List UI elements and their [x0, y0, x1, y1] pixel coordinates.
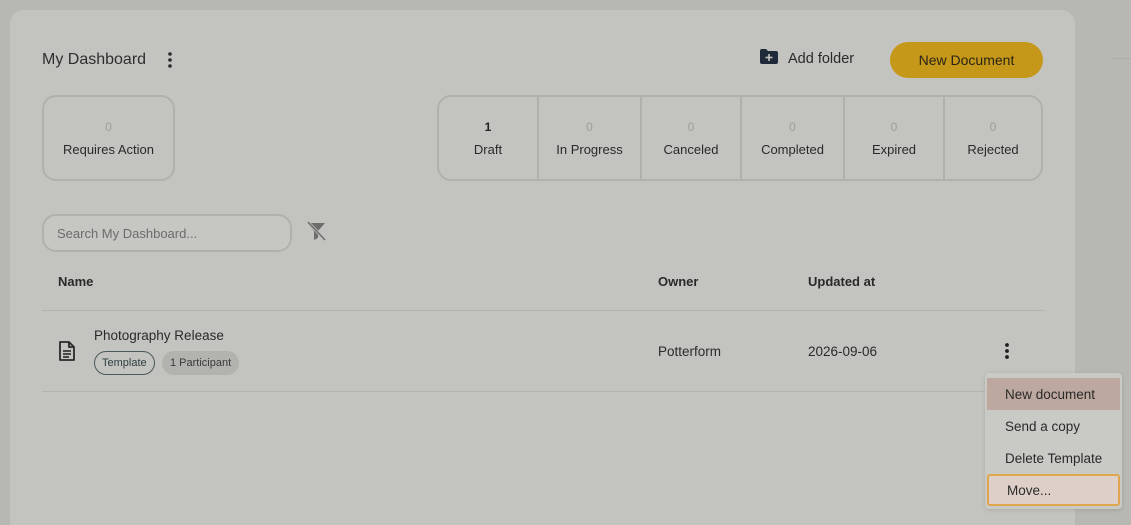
menu-item-delete-template[interactable]: Delete Template [987, 442, 1120, 474]
stat-label: Draft [473, 141, 503, 157]
stat-label: Rejected [967, 141, 1019, 157]
row-context-menu: New document Send a copy Delete Template… [985, 373, 1122, 509]
stat-label: In Progress [556, 141, 623, 157]
menu-item-send-copy[interactable]: Send a copy [987, 410, 1120, 442]
dashboard-card [10, 10, 1075, 525]
document-icon [58, 341, 76, 366]
stat-in-progress[interactable]: 0 In Progress [539, 97, 642, 179]
stat-count: 0 [586, 119, 593, 134]
status-stats-group: 1 Draft 0 In Progress 0 Canceled 0 Compl… [437, 95, 1043, 181]
stat-count: 0 [105, 119, 112, 134]
stat-count: 0 [890, 119, 898, 134]
stat-draft[interactable]: 1 Draft [439, 97, 539, 179]
stat-expired[interactable]: 0 Expired [845, 97, 945, 179]
menu-item-new-document[interactable]: New document [987, 378, 1120, 410]
stat-count: 0 [687, 119, 695, 134]
row-updated-date: 2026-09-06 [808, 344, 878, 359]
stat-count: 0 [789, 119, 796, 134]
stat-count: 0 [989, 119, 997, 134]
table-row-divider [42, 391, 1045, 392]
filter-off-icon[interactable] [305, 220, 327, 247]
new-document-button[interactable]: New Document [890, 42, 1043, 78]
stat-completed[interactable]: 0 Completed [742, 97, 845, 179]
table-header-divider [42, 310, 1045, 311]
stat-label: Completed [761, 141, 824, 157]
stat-canceled[interactable]: 0 Canceled [642, 97, 742, 179]
column-header-updated[interactable]: Updated at [808, 274, 875, 289]
stat-label: Expired [871, 141, 917, 157]
background-divider [1112, 58, 1131, 59]
template-badge: Template [94, 351, 155, 375]
dashboard-header: My Dashboard [42, 50, 180, 70]
stat-count: 1 [484, 119, 492, 134]
row-options-icon[interactable] [997, 341, 1017, 361]
folder-plus-icon [760, 49, 778, 68]
document-name-link[interactable]: Photography Release [94, 328, 224, 343]
column-header-name[interactable]: Name [58, 274, 93, 289]
page-title: My Dashboard [42, 51, 147, 68]
menu-item-move[interactable]: Move... [987, 474, 1120, 506]
column-header-owner[interactable]: Owner [658, 274, 698, 289]
stat-label: Canceled [663, 141, 719, 157]
dashboard-options-icon[interactable] [160, 50, 180, 70]
row-owner: Potterform [658, 344, 722, 359]
search-input[interactable] [42, 214, 292, 252]
stat-rejected[interactable]: 0 Rejected [945, 97, 1041, 179]
participants-badge: 1 Participant [162, 351, 240, 375]
stat-requires-action[interactable]: 0 Requires Action [42, 95, 175, 181]
add-folder-label: Add folder [788, 50, 855, 67]
stat-label: Requires Action [62, 141, 155, 157]
add-folder-button[interactable]: Add folder [760, 49, 854, 68]
